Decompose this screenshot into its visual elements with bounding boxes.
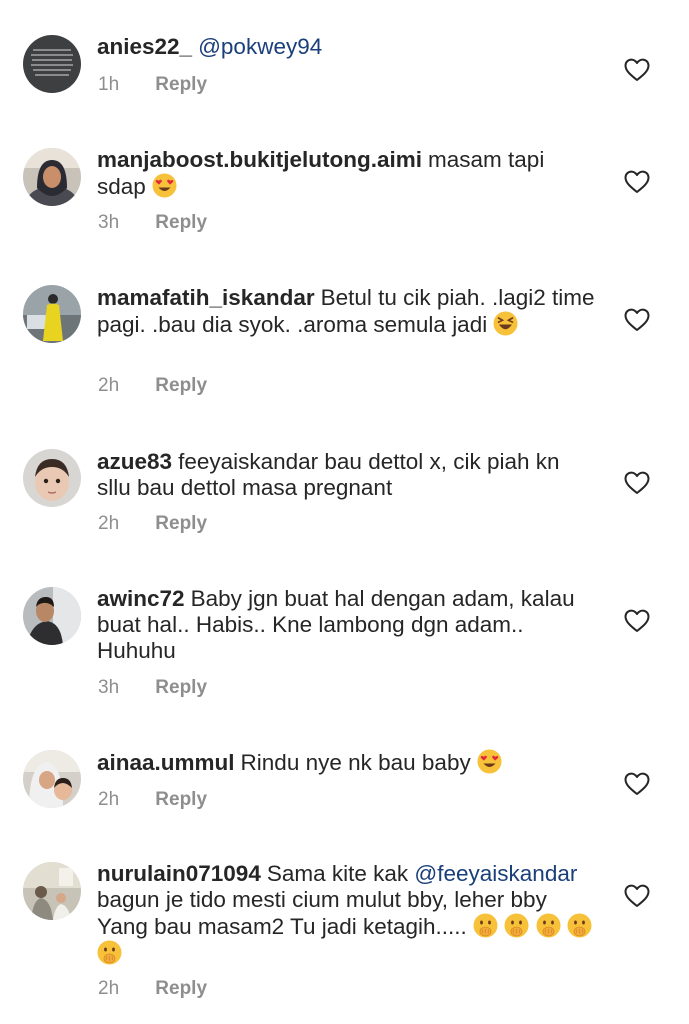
heart-outline-icon[interactable] <box>624 170 650 194</box>
comment-time: 3h <box>98 212 120 233</box>
avatar[interactable] <box>23 750 81 808</box>
reply-button[interactable]: Reply <box>155 74 207 95</box>
baby-face-avatar <box>23 449 81 507</box>
comment-text: awinc72 Baby jgn buat hal dengan adam, ka… <box>97 586 597 664</box>
woman-yellow-dress-avatar <box>23 285 81 343</box>
avatar[interactable] <box>23 862 81 920</box>
comment-username[interactable]: mamafatih_iskandar <box>97 285 315 310</box>
family-room-avatar <box>23 862 81 920</box>
comment-username[interactable]: manjaboost.bukitjelutong.aimi <box>97 147 422 172</box>
comment-username[interactable]: azue83 <box>97 449 172 474</box>
avatar[interactable] <box>23 587 81 645</box>
reply-button[interactable]: Reply <box>155 677 207 698</box>
hand-over-mouth-emoji <box>536 913 561 938</box>
heart-outline-icon[interactable] <box>624 58 650 82</box>
comment-meta: 2h Reply <box>98 375 207 397</box>
comment-time: 2h <box>98 978 120 999</box>
reply-button[interactable]: Reply <box>155 978 207 999</box>
hand-over-mouth-emoji <box>567 913 592 938</box>
laughing-squint-emoji <box>493 311 518 336</box>
comment-username[interactable]: awinc72 <box>97 586 185 611</box>
avatar[interactable] <box>23 148 81 206</box>
hand-over-mouth-emoji <box>473 913 498 938</box>
reply-button[interactable]: Reply <box>155 513 207 534</box>
heart-eyes-emoji <box>477 749 502 774</box>
comment-meta: 2h Reply <box>98 789 207 811</box>
avatar[interactable] <box>23 285 81 343</box>
comment-meta: 2h Reply <box>98 513 207 535</box>
reply-button[interactable]: Reply <box>155 375 207 396</box>
mention-link[interactable]: @pokwey94 <box>198 34 322 59</box>
heart-outline-icon[interactable] <box>624 471 650 495</box>
comment-time: 2h <box>98 789 120 810</box>
heart-outline-icon[interactable] <box>624 308 650 332</box>
reply-button[interactable]: Reply <box>155 789 207 810</box>
comment-meta: 3h Reply <box>98 677 207 699</box>
mother-and-baby-avatar <box>23 750 81 808</box>
comment-text: mamafatih_iskandar Betul tu cik piah. .la… <box>97 285 597 338</box>
dark-text-image-avatar <box>23 35 81 93</box>
comment-text: ainaa.ummul Rindu nye nk bau baby <box>97 749 597 776</box>
comment-body: Sama kite kak <box>266 861 409 886</box>
comment-text: nurulain071094 Sama kite kak @feeyaiskand… <box>97 861 597 967</box>
hand-over-mouth-emoji <box>504 913 529 938</box>
comment-text: manjaboost.bukitjelutong.aimi masam tapi … <box>97 147 597 200</box>
heart-outline-icon[interactable] <box>624 884 650 908</box>
heart-outline-icon[interactable] <box>624 772 650 796</box>
comment-time: 1h <box>98 74 120 95</box>
comment-body: Rindu nye nk bau baby <box>240 750 471 775</box>
comment-meta: 3h Reply <box>98 212 207 234</box>
mention-link[interactable]: @feeyaiskandar <box>414 861 577 886</box>
man-in-car-avatar <box>23 587 81 645</box>
heart-eyes-emoji <box>152 173 177 198</box>
comment-text: azue83 feeyaiskandar bau dettol x, cik pi… <box>97 449 597 501</box>
woman-hijab-avatar <box>23 148 81 206</box>
comment-meta: 2h Reply <box>98 978 207 1000</box>
comment-time: 2h <box>98 375 120 396</box>
comment-time: 2h <box>98 513 120 534</box>
comment-username[interactable]: anies22_ <box>97 34 192 59</box>
comment-time: 3h <box>98 677 120 698</box>
avatar[interactable] <box>23 35 81 93</box>
comment-meta: 1h Reply <box>98 74 207 96</box>
comment-username[interactable]: ainaa.ummul <box>97 750 235 775</box>
comment-username[interactable]: nurulain071094 <box>97 861 261 886</box>
reply-button[interactable]: Reply <box>155 212 207 233</box>
comment-text: anies22_ @pokwey94 <box>97 34 597 60</box>
hand-over-mouth-emoji <box>97 940 122 965</box>
heart-outline-icon[interactable] <box>624 609 650 633</box>
avatar[interactable] <box>23 449 81 507</box>
